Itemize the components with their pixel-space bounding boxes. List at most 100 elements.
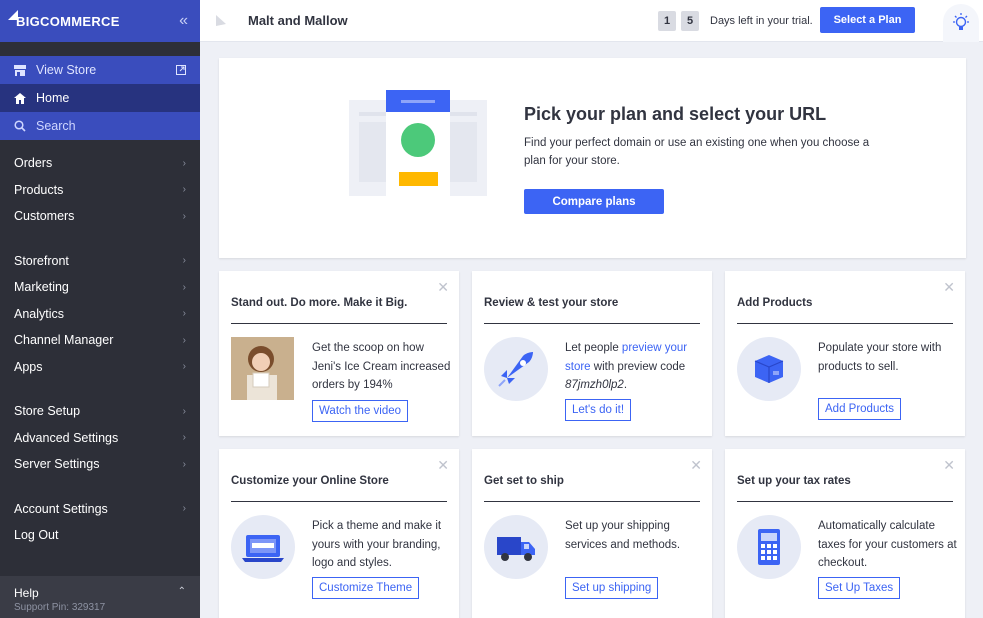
- sidebar-item-home[interactable]: Home: [0, 84, 200, 112]
- sidebar-item-label: Analytics: [14, 306, 65, 321]
- card-body: Automatically calculate taxes for your c…: [818, 520, 957, 569]
- sidebar-item-products[interactable]: Products ›: [0, 177, 200, 204]
- divider: [484, 501, 700, 502]
- sidebar-item-view-store[interactable]: View Store: [0, 56, 200, 84]
- divider: [231, 323, 447, 324]
- card-shipping: ✕ Get set to ship Set up your shipping s…: [472, 449, 712, 618]
- sidebar-item-customers[interactable]: Customers ›: [0, 203, 200, 230]
- preview-code: 87jmzh0lp2: [565, 379, 624, 391]
- sidebar-item-marketing[interactable]: Marketing ›: [0, 274, 200, 301]
- sidebar-item-label: Advanced Settings: [14, 430, 119, 445]
- chevron-right-icon: ›: [182, 503, 186, 515]
- plan-hero-card: Pick your plan and select your URL Find …: [219, 58, 966, 258]
- plan-illustration: [349, 90, 487, 208]
- chevron-right-icon: ›: [182, 210, 186, 222]
- lightbulb-icon[interactable]: [943, 4, 979, 42]
- close-icon[interactable]: ✕: [437, 279, 449, 296]
- card-customize-store: ✕ Customize your Online Store Pick a the…: [219, 449, 459, 618]
- sidebar-item-storefront[interactable]: Storefront ›: [0, 248, 200, 275]
- sidebar-item-analytics[interactable]: Analytics ›: [0, 301, 200, 328]
- divider: [737, 323, 953, 324]
- watch-video-button[interactable]: Watch the video: [312, 400, 409, 422]
- collapse-sidebar-icon[interactable]: «: [179, 12, 188, 30]
- sidebar-item-search[interactable]: Search: [0, 112, 200, 140]
- divider: [484, 323, 700, 324]
- card-body: Populate your store with products to sel…: [818, 342, 942, 373]
- help-label: Help: [14, 586, 39, 600]
- sidebar-item-label: Orders: [14, 156, 53, 171]
- card-body: Get the scoop on how Jeni's Ice Cream in…: [312, 342, 451, 391]
- chevron-right-icon: ›: [182, 334, 186, 346]
- compare-plans-button[interactable]: Compare plans: [524, 189, 664, 214]
- search-icon: [14, 120, 26, 132]
- card-title: Customize your Online Store: [231, 475, 389, 487]
- sidebar-item-label: Home: [36, 91, 70, 105]
- card-body-text: with preview code: [590, 360, 686, 373]
- sidebar-primary: View Store Home Search: [0, 56, 200, 140]
- set-up-taxes-button[interactable]: Set Up Taxes: [818, 577, 901, 599]
- laptop-icon: [231, 515, 295, 579]
- customize-theme-button[interactable]: Customize Theme: [312, 577, 420, 599]
- external-link-icon: [176, 65, 186, 75]
- calculator-icon: [737, 515, 801, 579]
- card-body: Let people preview your store with previ…: [565, 339, 705, 395]
- card-body: Pick a theme and make it yours with your…: [312, 520, 442, 569]
- chevron-up-icon: ⌃: [177, 586, 186, 597]
- sidebar-item-orders[interactable]: Orders ›: [0, 150, 200, 177]
- chevron-right-icon: ›: [182, 308, 186, 320]
- sidebar-item-server-settings[interactable]: Server Settings ›: [0, 451, 200, 478]
- card-title: Set up your tax rates: [737, 475, 851, 487]
- sidebar-help[interactable]: Help ⌃ Support Pin: 329317: [0, 576, 200, 618]
- bigcommerce-logo[interactable]: BIG COMMERCE: [8, 9, 120, 29]
- chevron-right-icon: ›: [182, 458, 186, 470]
- trial-digit: 1: [658, 10, 676, 31]
- bell-icon[interactable]: [214, 14, 228, 28]
- sidebar-item-label: Customers: [14, 209, 75, 224]
- sidebar-item-label: View Store: [36, 63, 97, 77]
- customer-photo: [231, 337, 294, 400]
- add-products-button[interactable]: Add Products: [818, 398, 902, 420]
- box-icon: [737, 337, 801, 401]
- sidebar-group-settings: Store Setup › Advanced Settings › Server S…: [0, 398, 200, 478]
- card-body-text: Let people: [565, 342, 622, 354]
- sidebar: BIG COMMERCE « View Store Home Search Ord…: [0, 0, 200, 618]
- sidebar-item-store-setup[interactable]: Store Setup ›: [0, 398, 200, 425]
- sidebar-item-label: Marketing: [14, 280, 69, 295]
- logo-text-commerce: COMMERCE: [40, 13, 120, 29]
- sidebar-item-label: Products: [14, 182, 64, 197]
- sidebar-item-apps[interactable]: Apps ›: [0, 354, 200, 381]
- divider: [231, 501, 447, 502]
- sidebar-item-log-out[interactable]: Log Out: [0, 522, 200, 549]
- store-name: Malt and Mallow: [248, 13, 348, 28]
- close-icon[interactable]: ✕: [943, 279, 955, 296]
- close-icon[interactable]: ✕: [943, 457, 955, 474]
- hero-description: Find your perfect domain or use an exist…: [524, 137, 870, 167]
- logo-text-big: BIG: [8, 9, 40, 29]
- trial-text: Days left in your trial.: [710, 14, 813, 27]
- sidebar-group-storefront: Storefront › Marketing › Analytics › Channe…: [0, 248, 200, 381]
- sidebar-item-label: Log Out: [14, 528, 59, 543]
- set-up-shipping-button[interactable]: Set up shipping: [565, 577, 659, 599]
- chevron-right-icon: ›: [182, 361, 186, 373]
- close-icon[interactable]: ✕: [690, 457, 702, 474]
- card-body-text: .: [623, 379, 628, 391]
- chevron-right-icon: ›: [182, 255, 186, 267]
- sidebar-group-account: Account Settings › Log Out: [0, 496, 200, 549]
- select-plan-button[interactable]: Select a Plan: [820, 7, 915, 33]
- sidebar-item-label: Apps: [14, 359, 43, 374]
- card-title: Review & test your store: [484, 297, 619, 309]
- lets-do-it-button[interactable]: Let's do it!: [565, 399, 632, 421]
- card-review-test: Review & test your store Let people prev…: [472, 271, 712, 436]
- support-pin: Support Pin: 329317: [14, 602, 106, 613]
- home-icon: [14, 92, 26, 104]
- sidebar-item-label: Account Settings: [14, 501, 108, 516]
- card-title: Get set to ship: [484, 475, 564, 487]
- close-icon[interactable]: ✕: [437, 457, 449, 474]
- sidebar-item-label: Storefront: [14, 253, 69, 268]
- trial-counter: 1 5 Days left in your trial.: [658, 10, 813, 31]
- sidebar-item-channel-manager[interactable]: Channel Manager ›: [0, 327, 200, 354]
- sidebar-item-account-settings[interactable]: Account Settings ›: [0, 496, 200, 523]
- sidebar-item-advanced-settings[interactable]: Advanced Settings ›: [0, 425, 200, 452]
- sidebar-item-label: Store Setup: [14, 404, 81, 419]
- card-body: Set up your shipping services and method…: [565, 520, 681, 551]
